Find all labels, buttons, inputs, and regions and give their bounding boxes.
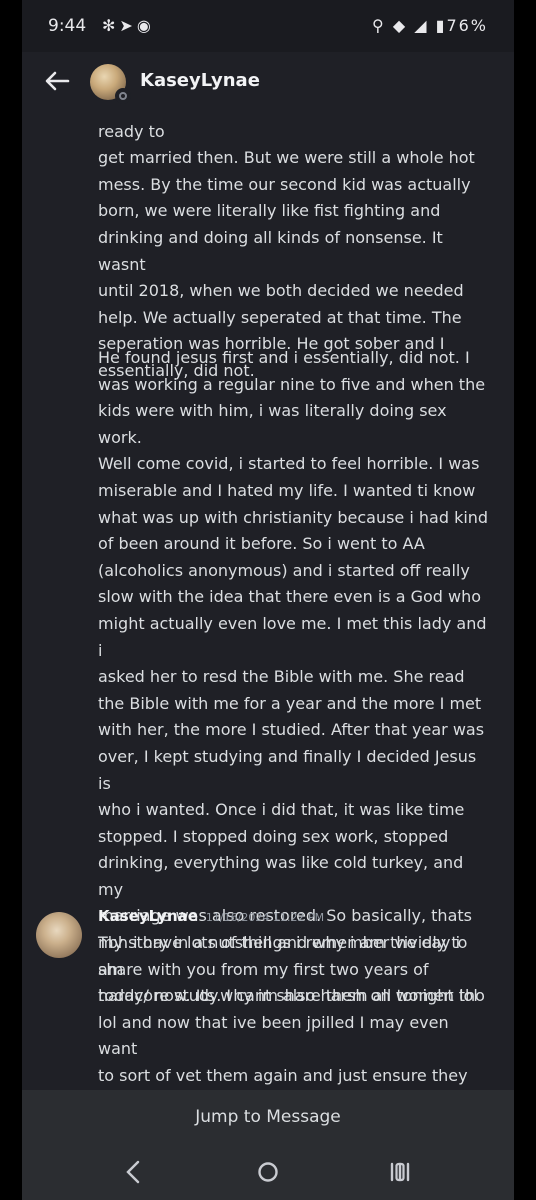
message-line: slow with the idea that there even is a … <box>98 587 482 607</box>
wifi-icon: ◆ <box>392 16 408 35</box>
message-line: lol and now that ive been jpilled I may … <box>98 1012 449 1059</box>
message-line: miserable and I hated my life. I wanted … <box>98 480 476 500</box>
jump-to-message-button[interactable]: Jump to Message <box>22 1090 514 1144</box>
message-line: the Bible with me for a year and the mor… <box>98 693 482 713</box>
message-line: He found jesus first and i essentially, … <box>98 348 470 367</box>
message-line: to sort of vet them again and just ensur… <box>98 1065 468 1085</box>
message-line: was working a regular nine to five and w… <box>98 374 486 394</box>
message-line: might actually even love me. I met this … <box>98 613 487 660</box>
status-time: 9:44 <box>48 16 87 36</box>
message-timestamp: 11/16/2024 11:22 PM <box>205 911 325 924</box>
send-icon: ➤ <box>119 16 137 35</box>
system-icons: ⚲ ◆ ◢ ▮76% <box>372 16 488 35</box>
presence-offline-icon <box>115 88 131 104</box>
message-line: kids were with him, i was literally doin… <box>98 401 447 447</box>
message-line: stopped. I stopped doing sex work, stopp… <box>98 826 449 846</box>
nav-back-icon[interactable] <box>114 1154 154 1190</box>
message-line: hardcore study. I cant share them all to… <box>98 986 485 1006</box>
message-group[interactable]: KaseyLynae 11/16/2024 11:22 PM Tbh i have… <box>22 904 514 1090</box>
message-header: KaseyLynae 11/16/2024 11:22 PM <box>22 904 514 928</box>
message-line: second kid was conceived and we were sti… <box>98 121 165 141</box>
message-line: mess. By the time our second kid was act… <box>98 174 471 194</box>
battery-percent: 76% <box>446 16 488 35</box>
avatar[interactable] <box>36 912 82 958</box>
message-line: Well come covid, i started to feel horri… <box>98 454 480 474</box>
status-bar: 9:44 ✻➤◉ ⚲ ◆ ◢ ▮76% <box>22 0 514 52</box>
signal-icon: ◢ <box>414 16 429 35</box>
message-paragraph-1: second kid was conceived and we were sti… <box>22 114 514 385</box>
nav-home-icon[interactable] <box>248 1154 288 1190</box>
message-line: help. We actually seperated at that time… <box>98 307 462 327</box>
message-line: what was up with christianity because i … <box>98 507 489 527</box>
app-screen: 9:44 ✻➤◉ ⚲ ◆ ◢ ▮76% KaseyLynae second ki… <box>22 0 514 1200</box>
message-line: share with you from my first two years o… <box>98 959 429 979</box>
message-line: drinking, everything was like cold turke… <box>98 853 464 899</box>
message-line: drinking and doing all kinds of nonsense… <box>98 227 443 274</box>
message-line: until 2018, when we both decided we need… <box>98 281 464 301</box>
message-text: Tbh i have lots of things i remember viv… <box>22 930 514 1090</box>
nav-recents-icon[interactable] <box>380 1154 420 1190</box>
pinwheel-icon: ✻ <box>102 16 120 35</box>
message-line: asked her to resd the Bible with me. She… <box>98 667 465 687</box>
message-author[interactable]: KaseyLynae <box>98 907 198 925</box>
message-line: get married then. But we were still a wh… <box>98 148 475 168</box>
link-icon: ⚲ <box>372 16 386 35</box>
message-line: (alcoholics anonymous) and i started off… <box>98 560 470 580</box>
chat-header: KaseyLynae <box>22 52 514 114</box>
message-line: born, we were literally like fist fighti… <box>98 201 441 221</box>
message-list[interactable]: second kid was conceived and we were sti… <box>22 114 514 1090</box>
header-username[interactable]: KaseyLynae <box>140 70 260 91</box>
message-line: over, I kept studying and finally I deci… <box>98 746 477 793</box>
message-line: with her, the more I studied. After that… <box>98 720 485 740</box>
message-line: who i wanted. Once i did that, it was li… <box>98 800 465 820</box>
ticket-icon: ◉ <box>136 16 155 35</box>
message-line: Tbh i have lots of things i remember viv… <box>98 933 468 952</box>
notification-icons: ✻➤◉ <box>102 16 155 35</box>
battery-icon: ▮ <box>435 16 447 35</box>
message-text: second kid was conceived and we were sti… <box>22 114 514 385</box>
arrow-left-icon[interactable] <box>42 66 72 96</box>
system-navbar <box>22 1144 514 1200</box>
message-line: of been around it before. So i went to A… <box>98 534 425 554</box>
